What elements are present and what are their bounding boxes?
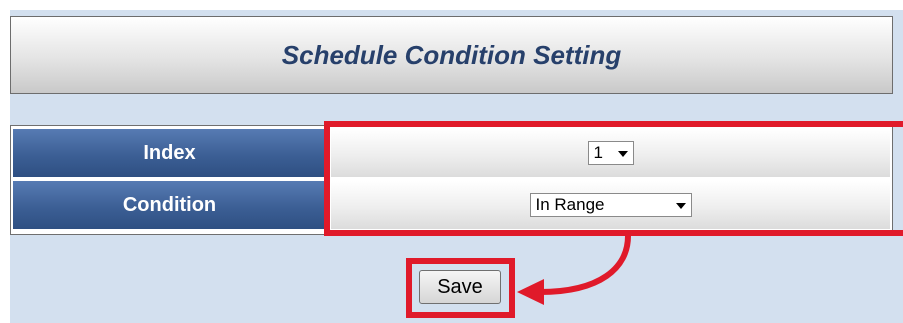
condition-select-value: In Range [535,195,605,214]
index-select-value: 1 [593,143,603,162]
condition-select[interactable]: In Range [529,193,692,217]
table-row: Condition In Range [13,181,890,229]
condition-value-cell: In Range [331,181,890,229]
table-row: Index 1 [13,129,890,177]
index-value-cell: 1 [331,129,890,177]
dropdown-arrow-icon [675,203,686,209]
index-select[interactable]: 1 [587,141,634,165]
save-button[interactable]: Save [419,270,501,304]
condition-form-table: Index 1 Condition In Range [10,125,893,235]
page-title-bar: Schedule Condition Setting [10,16,893,94]
condition-label: Condition [13,181,326,229]
dropdown-arrow-icon [617,151,628,157]
page-title: Schedule Condition Setting [281,39,622,70]
index-label: Index [13,129,326,177]
